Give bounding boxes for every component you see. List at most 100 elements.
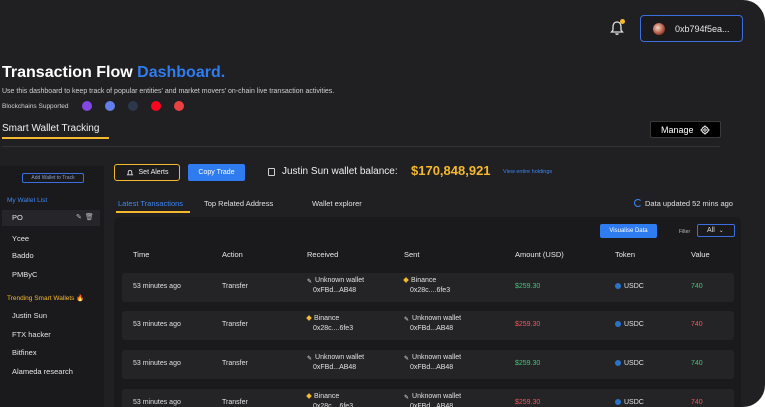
section-title: Smart Wallet Tracking (2, 123, 100, 134)
chains-label: Blockchains Supported (2, 103, 69, 110)
token-name: USDC (624, 321, 644, 328)
notification-dot (620, 19, 625, 24)
view-holdings-link[interactable]: View entire holdings (503, 169, 552, 175)
polygon-icon (82, 101, 92, 111)
column-header-value: Value (691, 250, 710, 259)
data-updated: Data updated 52 mins ago (645, 199, 733, 208)
column-header-action: Action (222, 250, 243, 259)
column-header-token: Token (615, 250, 636, 259)
sent-name: Binance (411, 277, 437, 284)
cell-action: Transfer (222, 283, 248, 290)
pencil-icon: ✎ (404, 316, 410, 323)
sidebar-item-pmbyc[interactable]: PMByC (12, 270, 37, 279)
received-name: Binance (314, 315, 340, 322)
app-frame: 0xb794f5ea... Transaction Flow Dashboard… (0, 0, 765, 407)
gear-icon (700, 125, 710, 134)
cell-token: USDC (615, 283, 644, 290)
usdc-icon (615, 360, 621, 367)
received-address[interactable]: 0xFBd...AB48 (307, 364, 364, 371)
sent-name: Unknown wallet (412, 315, 462, 322)
optimism-icon (151, 101, 161, 111)
tab-latest-transactions[interactable]: Latest Transactions (118, 199, 183, 208)
avalanche-icon (174, 101, 184, 111)
usdc-icon (615, 321, 621, 328)
arbitrum-icon (128, 101, 138, 111)
sent-name: Unknown wallet (412, 354, 462, 361)
bell-icon (126, 169, 133, 175)
binance-icon (306, 393, 312, 399)
cell-sent: ✎ Unknown wallet 0xFBd...AB48 (404, 315, 461, 332)
received-address[interactable]: 0x28c....6fe3 (307, 325, 353, 332)
trash-icon[interactable]: 🗑 (85, 214, 97, 221)
sidebar-item-bitfinex[interactable]: Bitfinex (12, 348, 37, 357)
received-name: Binance (314, 393, 340, 400)
cell-received: ✎ Unknown wallet 0xFBd...AB48 (307, 277, 364, 294)
visualise-data-button[interactable]: Visualise Data (600, 224, 657, 238)
sidebar-item-ycee[interactable]: Ycee (12, 234, 29, 243)
pencil-icon: ✎ (307, 278, 313, 285)
sent-address[interactable]: 0xFBd...AB48 (404, 364, 461, 371)
token-name: USDC (624, 399, 644, 406)
received-address[interactable]: 0xFBd...AB48 (307, 287, 364, 294)
section-underline (2, 137, 109, 139)
sent-address[interactable]: 0xFBd...AB48 (404, 403, 461, 407)
usdc-icon (615, 399, 621, 406)
cell-time: 53 minutes ago (133, 399, 181, 406)
cell-action: Transfer (222, 360, 248, 367)
binance-icon (306, 315, 312, 321)
divider (2, 146, 720, 147)
sent-address[interactable]: 0xFBd...AB48 (404, 325, 461, 332)
cell-sent: ✎ Unknown wallet 0xFBd...AB48 (404, 354, 461, 371)
cell-value: 740 (691, 283, 703, 290)
cell-sent: Binance 0x28c....6fe3 (403, 277, 450, 294)
page-title: Transaction Flow Dashboard. (2, 64, 226, 81)
add-wallet-button[interactable]: Add Wallet to Track (22, 173, 84, 183)
cell-received: Binance 0x28c....6fe3 (306, 393, 353, 407)
refresh-icon (634, 199, 642, 207)
copy-icon[interactable] (268, 168, 275, 176)
cell-amount: $259.30 (515, 360, 541, 367)
manage-button[interactable]: Manage (650, 121, 721, 138)
pencil-icon: ✎ (307, 355, 313, 362)
balance-value: $170,848,921 (411, 163, 491, 178)
cell-received: Binance 0x28c....6fe3 (306, 315, 353, 332)
set-alerts-button[interactable]: Set Alerts (114, 164, 180, 181)
balance-label: Justin Sun wallet balance: (282, 166, 398, 177)
column-header-time: Time (133, 250, 150, 259)
filter-select[interactable]: All ⌄ (697, 224, 735, 237)
cell-time: 53 minutes ago (133, 321, 181, 328)
sidebar-item-ftx-hacker[interactable]: FTX hacker (12, 330, 51, 339)
cell-token: USDC (615, 399, 644, 406)
tab-top-related-address[interactable]: Top Related Address (204, 199, 273, 208)
sidebar-item-po[interactable]: PO (12, 213, 23, 222)
token-name: USDC (624, 283, 644, 290)
copy-trade-button[interactable]: Copy Trade (188, 164, 245, 181)
edit-delete-icons: ✎🗑 (76, 213, 97, 221)
cell-value: 740 (691, 321, 703, 328)
avatar (653, 22, 665, 35)
sidebar-item-baddo[interactable]: Baddo (12, 251, 34, 260)
pencil-icon[interactable]: ✎ (76, 214, 85, 221)
tab-wallet-explorer[interactable]: Wallet explorer (312, 199, 362, 208)
page-subtitle: Use this dashboard to keep track of popu… (2, 88, 335, 95)
pencil-icon: ✎ (404, 394, 410, 401)
received-address[interactable]: 0x28c....6fe3 (307, 403, 353, 407)
cell-amount: $259.30 (515, 399, 541, 406)
cell-action: Transfer (222, 399, 248, 406)
sent-name: Unknown wallet (412, 393, 462, 400)
cell-amount: $259.30 (515, 321, 541, 328)
my-wallet-list-heading: My Wallet List (7, 197, 48, 204)
cell-action: Transfer (222, 321, 248, 328)
cell-value: 740 (691, 360, 703, 367)
cell-token: USDC (615, 360, 644, 367)
sent-address[interactable]: 0x28c....6fe3 (404, 287, 450, 294)
trending-heading: Trending Smart Wallets 🔥 (7, 295, 85, 302)
column-header-sent: Sent (404, 250, 420, 259)
wallet-address: 0xb794f5ea... (675, 23, 730, 34)
sidebar-item-alameda[interactable]: Alameda research (12, 367, 73, 376)
binance-icon (403, 277, 409, 283)
cell-token: USDC (615, 321, 644, 328)
ethereum-icon (105, 101, 115, 111)
wallet-connect-button[interactable]: 0xb794f5ea... (640, 15, 743, 42)
sidebar-item-justin-sun[interactable]: Justin Sun (12, 311, 47, 320)
